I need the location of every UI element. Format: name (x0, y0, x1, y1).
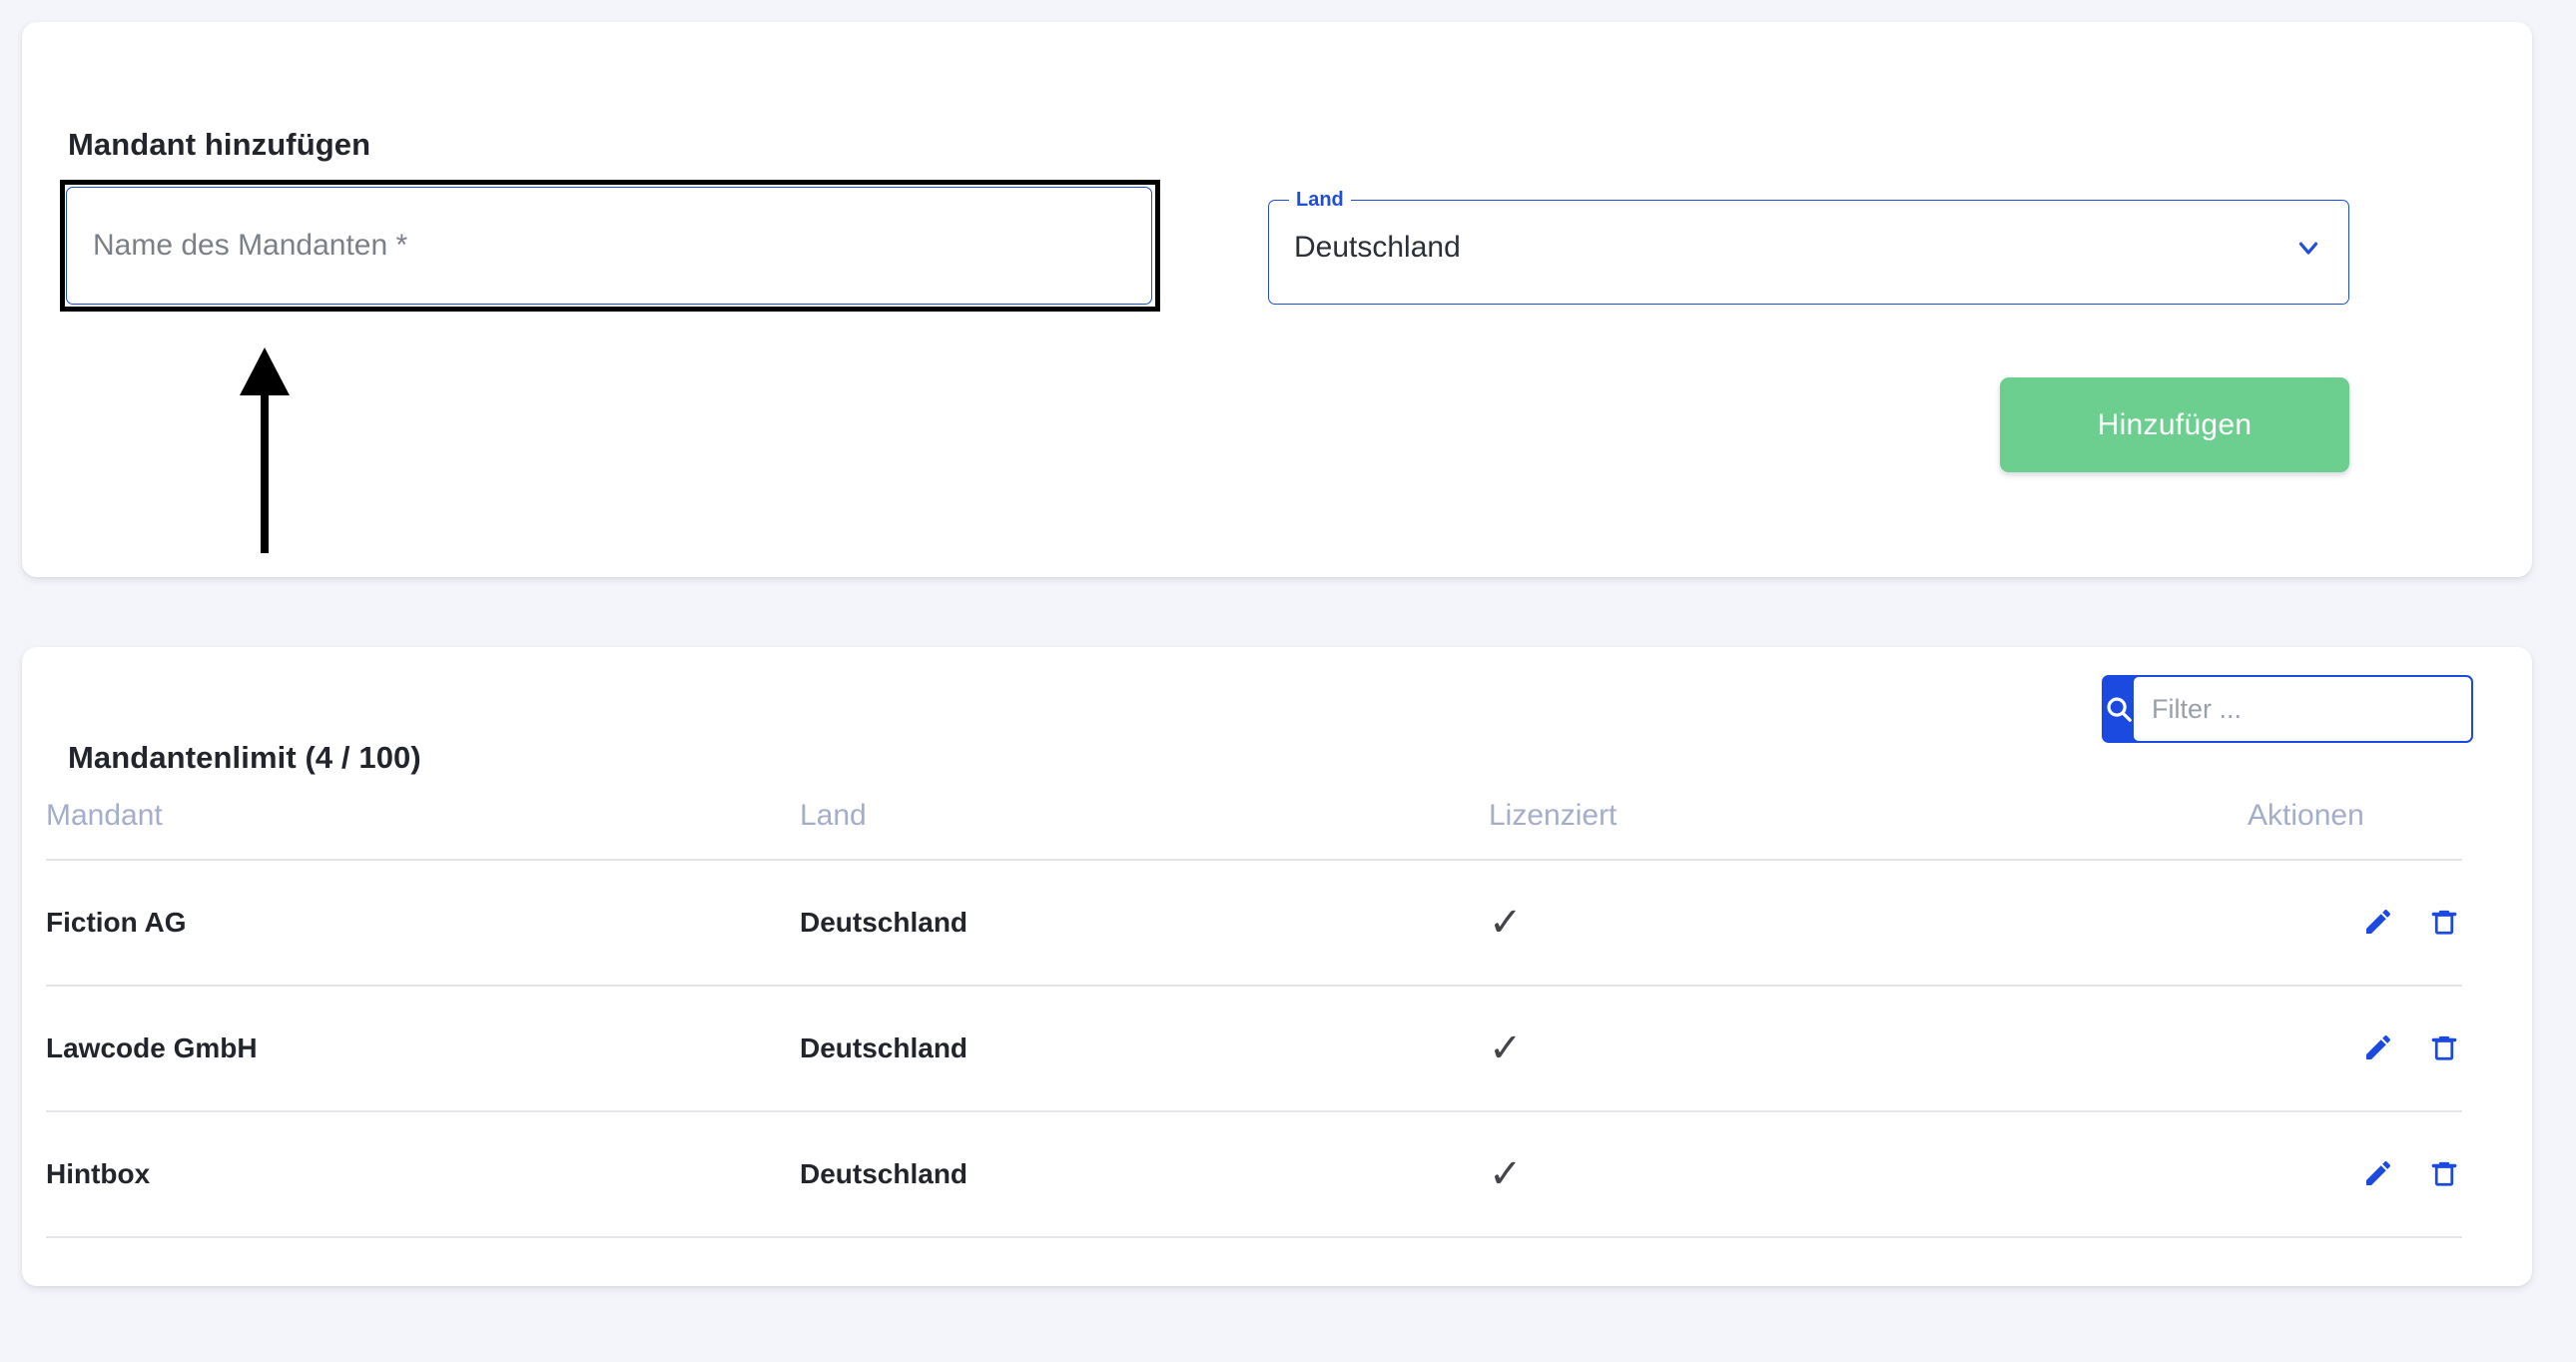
cell-lizenziert: ✓ (1489, 1110, 2248, 1237)
filter-input[interactable] (2134, 677, 2471, 741)
delete-icon[interactable] (2426, 1027, 2462, 1067)
cell-mandant: Hintbox (46, 1110, 800, 1237)
add-client-button[interactable]: Hinzufügen (2000, 377, 2349, 472)
country-select[interactable]: Land Deutschland (1268, 190, 2349, 305)
cell-mandant: Lawcode GmbH (46, 985, 800, 1111)
country-select-value: Deutschland (1294, 230, 1461, 264)
client-name-field (66, 187, 1152, 305)
edit-icon[interactable] (2360, 1153, 2396, 1193)
clients-table: Mandant Land Lizenziert Aktionen Fiction… (46, 799, 2462, 1362)
check-icon: ✓ (1489, 1026, 1523, 1070)
delete-icon[interactable] (2426, 1153, 2462, 1193)
table-row: Fiction AG Deutschland ✓ (46, 859, 2462, 986)
cell-land: Deutschland (800, 859, 1489, 986)
cell-empty (1489, 1236, 2248, 1362)
cell-empty (800, 1236, 1489, 1362)
check-icon: ✓ (1489, 1152, 1523, 1196)
page-root: Mandant hinzufügen Land Deutschland Hinz… (0, 0, 2576, 1362)
column-header-lizenziert: Lizenziert (1489, 799, 1617, 832)
column-header-aktionen: Aktionen (2248, 799, 2364, 832)
cell-land: Deutschland (800, 1110, 1489, 1237)
cell-aktionen (2248, 1110, 2462, 1237)
cell-land: Deutschland (800, 985, 1489, 1111)
cell-empty (46, 1236, 800, 1362)
check-icon: ✓ (1489, 901, 1523, 945)
client-limit-title: Mandantenlimit (4 / 100) (68, 739, 421, 775)
column-header-mandant: Mandant (46, 799, 163, 832)
column-header-land: Land (800, 799, 867, 832)
cell-empty (2248, 1236, 2462, 1362)
cell-lizenziert: ✓ (1489, 859, 2248, 986)
cell-aktionen (2248, 859, 2462, 986)
client-name-input[interactable] (66, 187, 1152, 305)
edit-icon[interactable] (2360, 1027, 2396, 1067)
delete-icon[interactable] (2426, 902, 2462, 942)
table-row: Lawcode GmbH Deutschland ✓ (46, 985, 2462, 1111)
table-row-spacer (46, 1236, 2462, 1362)
chevron-down-icon[interactable] (2291, 231, 2325, 265)
table-header-row: Mandant Land Lizenziert Aktionen (46, 799, 2462, 860)
page-title: Mandant hinzufügen (68, 126, 371, 162)
cell-lizenziert: ✓ (1489, 985, 2248, 1111)
cell-aktionen (2248, 985, 2462, 1111)
cell-mandant: Fiction AG (46, 859, 800, 986)
search-icon[interactable] (2104, 677, 2134, 741)
filter-group (2102, 675, 2473, 743)
edit-icon[interactable] (2360, 902, 2396, 942)
table-row: Hintbox Deutschland ✓ (46, 1110, 2462, 1237)
